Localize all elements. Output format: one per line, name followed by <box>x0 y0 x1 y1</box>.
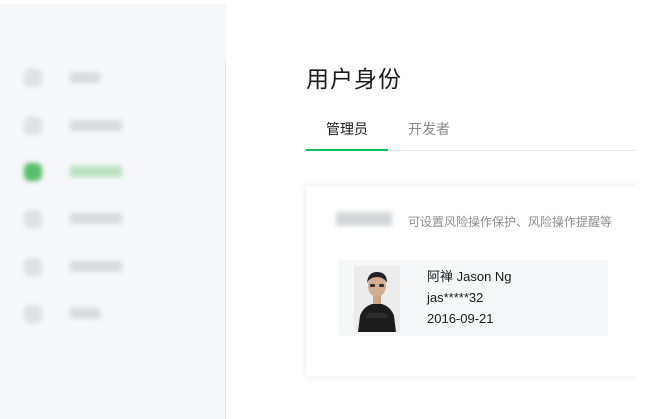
page-title: 用户身份 <box>306 66 402 92</box>
admin-card: 可设置风险操作保护、风险操作提醒等 阿禅 Jason Ng jas*****32… <box>306 186 645 376</box>
sidebar <box>0 4 225 419</box>
tab-admin[interactable]: 管理员 <box>306 108 388 151</box>
user-info: 阿禅 Jason Ng jas*****32 2016-09-21 <box>427 266 512 329</box>
sidebar-item-5[interactable] <box>0 247 225 287</box>
app-window: 用户身份 管理员 开发者 可设置风险操作保护、风险操作提醒等 阿禅 Jason … <box>0 4 645 419</box>
sidebar-item-label-blurred <box>70 213 122 224</box>
sidebar-item-icon <box>24 258 42 276</box>
tab-bar: 管理员 开发者 <box>306 108 636 151</box>
user-name: 阿禅 Jason Ng <box>427 269 512 284</box>
sidebar-item-6[interactable] <box>0 294 225 334</box>
card-label-blurred <box>336 212 392 226</box>
admin-user-entry: 阿禅 Jason Ng jas*****32 2016-09-21 <box>338 260 608 336</box>
sidebar-item-icon <box>24 117 42 135</box>
sidebar-item-3-active[interactable] <box>0 152 225 192</box>
sidebar-item-label-blurred <box>70 308 100 319</box>
user-date: 2016-09-21 <box>427 311 494 326</box>
sidebar-item-icon <box>24 163 42 181</box>
sidebar-item-2[interactable] <box>0 106 225 146</box>
avatar <box>354 266 400 332</box>
sidebar-item-icon <box>24 305 42 323</box>
sidebar-item-4[interactable] <box>0 199 225 239</box>
sidebar-item-label-blurred <box>70 166 122 177</box>
sidebar-item-icon <box>24 69 42 87</box>
main-panel: 用户身份 管理员 开发者 可设置风险操作保护、风险操作提醒等 阿禅 Jason … <box>226 4 645 419</box>
sidebar-item-icon <box>24 210 42 228</box>
right-edge <box>636 0 645 419</box>
card-description: 可设置风险操作保护、风险操作提醒等 <box>408 215 613 229</box>
sidebar-item-label-blurred <box>70 72 100 83</box>
sidebar-item-label-blurred <box>70 261 122 272</box>
user-account: jas*****32 <box>427 290 484 305</box>
sidebar-item-label-blurred <box>70 120 122 131</box>
tab-developer[interactable]: 开发者 <box>406 108 452 150</box>
sidebar-item-1[interactable] <box>0 58 225 98</box>
